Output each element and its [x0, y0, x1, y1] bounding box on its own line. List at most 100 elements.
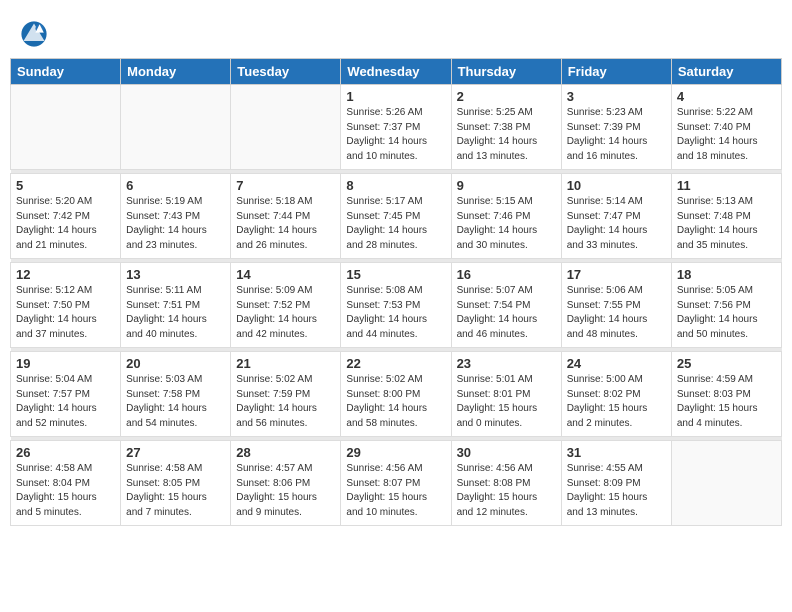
day-number: 25: [677, 356, 776, 371]
weekday-header-sunday: Sunday: [11, 59, 121, 85]
day-number: 1: [346, 89, 445, 104]
day-number: 28: [236, 445, 335, 460]
day-number: 17: [567, 267, 666, 282]
calendar-cell: 28 Sunrise: 4:57 AM Sunset: 8:06 PM Dayli…: [231, 441, 341, 526]
day-number: 15: [346, 267, 445, 282]
day-number: 7: [236, 178, 335, 193]
calendar-cell: 9 Sunrise: 5:15 AM Sunset: 7:46 PM Daylig…: [451, 174, 561, 259]
day-info: Sunrise: 4:56 AM Sunset: 8:07 PM Dayligh…: [346, 462, 445, 520]
day-number: 6: [126, 178, 225, 193]
weekday-header-tuesday: Tuesday: [231, 59, 341, 85]
calendar-table: SundayMondayTuesdayWednesdayThursdayFrid…: [10, 58, 782, 526]
day-info: Sunrise: 5:14 AM Sunset: 7:47 PM Dayligh…: [567, 195, 666, 253]
calendar-cell: 17 Sunrise: 5:06 AM Sunset: 7:55 PM Dayli…: [561, 263, 671, 348]
calendar-cell: [671, 441, 781, 526]
logo: [20, 20, 52, 48]
calendar-cell: 19Sunrise: 5:04 AM Sunset: 7:57 PM Dayli…: [11, 352, 121, 437]
calendar-cell: 31 Sunrise: 4:55 AM Sunset: 8:09 PM Dayli…: [561, 441, 671, 526]
calendar-week-row: 19Sunrise: 5:04 AM Sunset: 7:57 PM Dayli…: [11, 352, 782, 437]
day-info: Sunrise: 5:02 AM Sunset: 7:59 PM Dayligh…: [236, 373, 335, 431]
day-number: 10: [567, 178, 666, 193]
calendar-cell: 29 Sunrise: 4:56 AM Sunset: 8:07 PM Dayli…: [341, 441, 451, 526]
calendar-cell: 4 Sunrise: 5:22 AM Sunset: 7:40 PM Daylig…: [671, 85, 781, 170]
day-number: 12: [16, 267, 115, 282]
calendar-cell: 26 Sunrise: 4:58 AM Sunset: 8:04 PM Dayli…: [11, 441, 121, 526]
day-info: Sunrise: 4:58 AM Sunset: 8:05 PM Dayligh…: [126, 462, 225, 520]
calendar-cell: 27 Sunrise: 4:58 AM Sunset: 8:05 PM Dayli…: [121, 441, 231, 526]
weekday-header-thursday: Thursday: [451, 59, 561, 85]
day-number: 3: [567, 89, 666, 104]
day-number: 9: [457, 178, 556, 193]
calendar-cell: 3 Sunrise: 5:23 AM Sunset: 7:39 PM Daylig…: [561, 85, 671, 170]
day-info: Sunrise: 5:08 AM Sunset: 7:53 PM Dayligh…: [346, 284, 445, 342]
day-number: 26: [16, 445, 115, 460]
weekday-header-saturday: Saturday: [671, 59, 781, 85]
calendar-cell: 20Sunrise: 5:03 AM Sunset: 7:58 PM Dayli…: [121, 352, 231, 437]
day-info: Sunrise: 5:04 AM Sunset: 7:57 PM Dayligh…: [16, 373, 115, 431]
calendar-week-row: 12Sunrise: 5:12 AM Sunset: 7:50 PM Dayli…: [11, 263, 782, 348]
day-number: 27: [126, 445, 225, 460]
day-number: 30: [457, 445, 556, 460]
calendar-cell: 15 Sunrise: 5:08 AM Sunset: 7:53 PM Dayli…: [341, 263, 451, 348]
calendar-week-row: 5 Sunrise: 5:20 AM Sunset: 7:42 PM Daylig…: [11, 174, 782, 259]
calendar-week-row: 1 Sunrise: 5:26 AM Sunset: 7:37 PM Daylig…: [11, 85, 782, 170]
day-number: 8: [346, 178, 445, 193]
calendar-cell: 7 Sunrise: 5:18 AM Sunset: 7:44 PM Daylig…: [231, 174, 341, 259]
calendar-cell: 12Sunrise: 5:12 AM Sunset: 7:50 PM Dayli…: [11, 263, 121, 348]
day-number: 11: [677, 178, 776, 193]
calendar-cell: [11, 85, 121, 170]
day-info: Sunrise: 5:01 AM Sunset: 8:01 PM Dayligh…: [457, 373, 556, 431]
day-info: Sunrise: 5:07 AM Sunset: 7:54 PM Dayligh…: [457, 284, 556, 342]
weekday-header-monday: Monday: [121, 59, 231, 85]
day-info: Sunrise: 5:25 AM Sunset: 7:38 PM Dayligh…: [457, 106, 556, 164]
calendar-cell: [231, 85, 341, 170]
calendar-cell: 2 Sunrise: 5:25 AM Sunset: 7:38 PM Daylig…: [451, 85, 561, 170]
weekday-header-friday: Friday: [561, 59, 671, 85]
day-info: Sunrise: 5:15 AM Sunset: 7:46 PM Dayligh…: [457, 195, 556, 253]
calendar-cell: 8 Sunrise: 5:17 AM Sunset: 7:45 PM Daylig…: [341, 174, 451, 259]
calendar-cell: 21 Sunrise: 5:02 AM Sunset: 7:59 PM Dayli…: [231, 352, 341, 437]
day-info: Sunrise: 5:09 AM Sunset: 7:52 PM Dayligh…: [236, 284, 335, 342]
day-info: Sunrise: 4:59 AM Sunset: 8:03 PM Dayligh…: [677, 373, 776, 431]
day-number: 2: [457, 89, 556, 104]
calendar-cell: 22Sunrise: 5:02 AM Sunset: 8:00 PM Dayli…: [341, 352, 451, 437]
calendar-cell: [121, 85, 231, 170]
day-info: Sunrise: 4:57 AM Sunset: 8:06 PM Dayligh…: [236, 462, 335, 520]
calendar-cell: 10 Sunrise: 5:14 AM Sunset: 7:47 PM Dayli…: [561, 174, 671, 259]
day-number: 22: [346, 356, 445, 371]
day-info: Sunrise: 5:23 AM Sunset: 7:39 PM Dayligh…: [567, 106, 666, 164]
day-number: 5: [16, 178, 115, 193]
day-info: Sunrise: 5:00 AM Sunset: 8:02 PM Dayligh…: [567, 373, 666, 431]
day-number: 29: [346, 445, 445, 460]
day-number: 31: [567, 445, 666, 460]
calendar-cell: 25 Sunrise: 4:59 AM Sunset: 8:03 PM Dayli…: [671, 352, 781, 437]
day-info: Sunrise: 5:18 AM Sunset: 7:44 PM Dayligh…: [236, 195, 335, 253]
day-number: 14: [236, 267, 335, 282]
day-number: 4: [677, 89, 776, 104]
day-info: Sunrise: 5:19 AM Sunset: 7:43 PM Dayligh…: [126, 195, 225, 253]
day-number: 21: [236, 356, 335, 371]
calendar-cell: 13Sunrise: 5:11 AM Sunset: 7:51 PM Dayli…: [121, 263, 231, 348]
page-header: [10, 10, 782, 53]
day-info: Sunrise: 5:11 AM Sunset: 7:51 PM Dayligh…: [126, 284, 225, 342]
day-number: 16: [457, 267, 556, 282]
calendar-cell: 16 Sunrise: 5:07 AM Sunset: 7:54 PM Dayli…: [451, 263, 561, 348]
day-info: Sunrise: 4:55 AM Sunset: 8:09 PM Dayligh…: [567, 462, 666, 520]
day-info: Sunrise: 5:20 AM Sunset: 7:42 PM Dayligh…: [16, 195, 115, 253]
day-number: 18: [677, 267, 776, 282]
day-info: Sunrise: 5:22 AM Sunset: 7:40 PM Dayligh…: [677, 106, 776, 164]
logo-icon: [20, 20, 48, 48]
day-number: 20: [126, 356, 225, 371]
day-info: Sunrise: 4:58 AM Sunset: 8:04 PM Dayligh…: [16, 462, 115, 520]
day-info: Sunrise: 5:26 AM Sunset: 7:37 PM Dayligh…: [346, 106, 445, 164]
calendar-cell: 11 Sunrise: 5:13 AM Sunset: 7:48 PM Dayli…: [671, 174, 781, 259]
day-number: 23: [457, 356, 556, 371]
calendar-week-row: 26 Sunrise: 4:58 AM Sunset: 8:04 PM Dayli…: [11, 441, 782, 526]
day-info: Sunrise: 5:13 AM Sunset: 7:48 PM Dayligh…: [677, 195, 776, 253]
day-info: Sunrise: 5:06 AM Sunset: 7:55 PM Dayligh…: [567, 284, 666, 342]
day-info: Sunrise: 5:17 AM Sunset: 7:45 PM Dayligh…: [346, 195, 445, 253]
calendar-cell: 24 Sunrise: 5:00 AM Sunset: 8:02 PM Dayli…: [561, 352, 671, 437]
day-info: Sunrise: 4:56 AM Sunset: 8:08 PM Dayligh…: [457, 462, 556, 520]
day-number: 24: [567, 356, 666, 371]
calendar-cell: 23 Sunrise: 5:01 AM Sunset: 8:01 PM Dayli…: [451, 352, 561, 437]
